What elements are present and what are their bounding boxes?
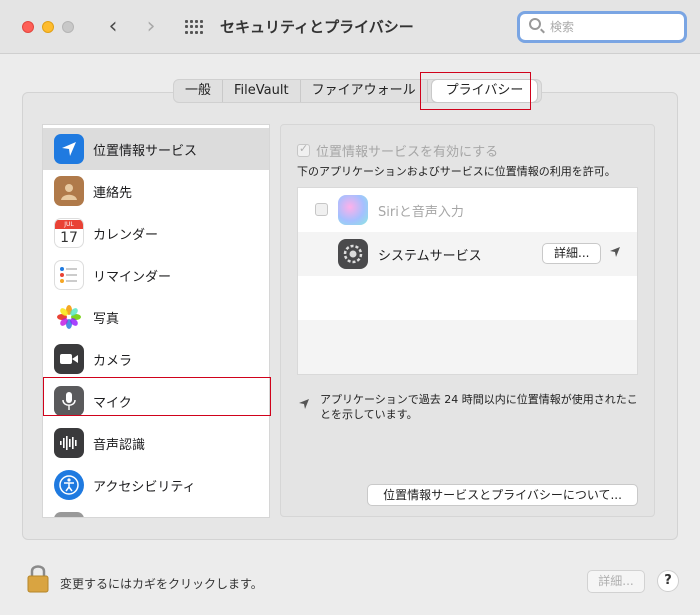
location-arrow-icon xyxy=(610,247,620,257)
sidebar-item-location-services[interactable]: 位置情報サービス xyxy=(43,128,269,170)
siri-location-checkbox[interactable] xyxy=(315,203,328,216)
forward-button[interactable]: › xyxy=(138,14,164,40)
location-description: 下のアプリケーションおよびサービスに位置情報の利用を許可。 xyxy=(297,165,616,178)
sidebar-item-label: カメラ xyxy=(93,353,133,369)
advanced-detail-button[interactable]: 詳細... xyxy=(587,570,645,593)
about-location-privacy-button[interactable]: 位置情報サービスとプライバシーについて... xyxy=(367,484,638,506)
tab-general[interactable]: 一般 xyxy=(174,80,224,102)
preferences-window: ‹ › セキュリティとプライバシー 検索 一般 FileVault ファイアウォ… xyxy=(0,0,700,615)
accessibility-icon xyxy=(54,470,84,500)
location-usage-note: アプリケーションで過去 24 時間以内に位置情報が使用されたことを示しています。 xyxy=(320,393,638,421)
search-placeholder: 検索 xyxy=(550,20,575,34)
sidebar-item-label: カレンダー xyxy=(93,227,159,243)
sidebar-item-label: 位置情報サービス xyxy=(93,143,198,159)
calendar-icon: JUL 17 xyxy=(54,218,84,248)
enable-location-checkbox[interactable] xyxy=(297,142,310,157)
sidebar-item-calendar[interactable]: JUL 17 カレンダー xyxy=(43,212,269,254)
sidebar-item-label: 連絡先 xyxy=(93,185,133,201)
sidebar-item-partial xyxy=(43,506,269,517)
close-window-button[interactable] xyxy=(22,21,34,33)
sidebar-item-label: アクセシビリティ xyxy=(93,479,196,495)
partial-item-icon xyxy=(54,512,84,517)
photos-icon xyxy=(54,302,84,332)
system-services-icon xyxy=(338,239,368,269)
minimize-window-button[interactable] xyxy=(42,21,54,33)
search-field[interactable]: 検索 xyxy=(517,11,687,43)
sidebar-item-speech-recognition[interactable]: 音声認識 xyxy=(43,422,269,464)
lock-instruction-text: 変更するにはカギをクリックします。 xyxy=(60,577,263,591)
show-all-grid-icon[interactable] xyxy=(185,20,203,34)
sidebar-item-camera[interactable]: カメラ xyxy=(43,338,269,380)
tab-filevault[interactable]: FileVault xyxy=(223,80,301,102)
app-row-system-services[interactable]: システムサービス 詳細... xyxy=(298,232,637,276)
privacy-tab-highlight-box xyxy=(420,72,531,110)
sidebar-item-reminders[interactable]: リマインダー xyxy=(43,254,269,296)
sidebar-item-label: 音声認識 xyxy=(93,437,146,453)
title-bar: ‹ › セキュリティとプライバシー 検索 xyxy=(0,0,700,54)
sidebar-item-photos[interactable]: 写真 xyxy=(43,296,269,338)
location-arrow-icon xyxy=(299,399,309,409)
privacy-category-list[interactable]: 位置情報サービス 連絡先 JUL 17 カレンダー リマインダー 写真 カメラ … xyxy=(42,124,270,518)
app-row-siri[interactable]: Siriと音声入力 xyxy=(298,188,637,232)
help-button[interactable]: ? xyxy=(657,570,679,592)
reminders-icon xyxy=(54,260,84,290)
empty-row xyxy=(298,320,637,374)
speech-recognition-icon xyxy=(54,428,84,458)
system-services-detail-button[interactable]: 詳細... xyxy=(542,243,602,264)
siri-icon xyxy=(338,195,368,225)
sidebar-item-accessibility[interactable]: アクセシビリティ xyxy=(43,464,269,506)
calendar-day-text: 17 xyxy=(60,229,78,246)
zoom-window-button[interactable] xyxy=(62,21,74,33)
back-button[interactable]: ‹ xyxy=(100,14,126,40)
lock-icon[interactable] xyxy=(26,563,50,593)
sidebar-item-contacts[interactable]: 連絡先 xyxy=(43,170,269,212)
sidebar-item-label: 写真 xyxy=(93,311,120,327)
enable-location-row[interactable]: 位置情報サービスを有効にする xyxy=(297,141,498,160)
contacts-icon xyxy=(54,176,84,206)
sidebar-item-label: リマインダー xyxy=(93,269,172,285)
app-name: Siriと音声入力 xyxy=(378,205,464,220)
calendar-month-text: JUL xyxy=(55,219,83,229)
enable-location-label: 位置情報サービスを有効にする xyxy=(316,145,499,160)
window-title: セキュリティとプライバシー xyxy=(220,18,414,36)
camera-icon xyxy=(54,344,84,374)
location-icon xyxy=(54,134,84,164)
tab-firewall[interactable]: ファイアウォール xyxy=(301,80,428,102)
search-icon xyxy=(529,18,541,30)
empty-row xyxy=(298,276,637,320)
microphone-highlight-box xyxy=(43,377,271,416)
location-apps-list[interactable]: Siriと音声入力 システムサービス 詳細... xyxy=(297,187,638,375)
app-name: システムサービス xyxy=(378,249,482,264)
